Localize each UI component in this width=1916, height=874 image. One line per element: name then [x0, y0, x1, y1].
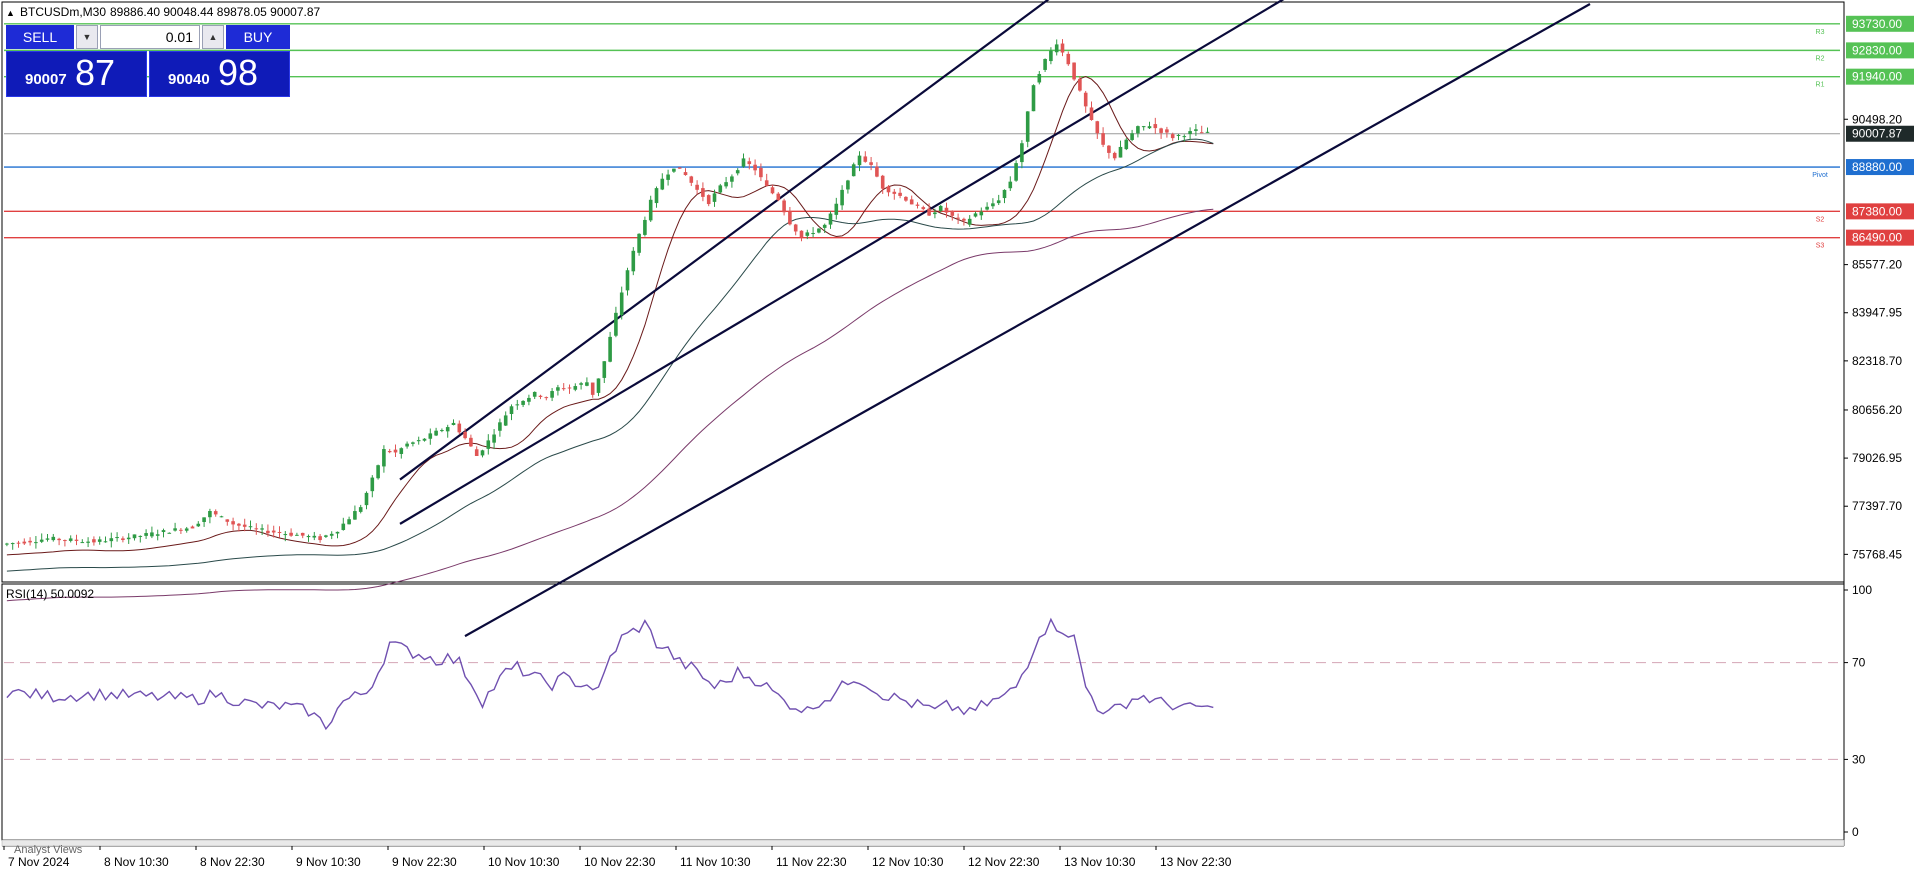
price-axis-label: 82318.70 [1852, 354, 1902, 368]
lot-decrease-button[interactable]: ▼ [76, 25, 98, 49]
chart-canvas[interactable]: Analyst Views ▲ BTCUSDm,M30 89886.40 900… [0, 0, 1916, 874]
level-tag-pivot: Pivot [1812, 172, 1828, 179]
sell-button[interactable]: SELL [6, 25, 74, 49]
chart-ohlc: 89886.40 90048.44 89878.05 90007.87 [110, 5, 321, 19]
price-axis-label: 86490.00 [1852, 231, 1902, 245]
price-axis-label: 87380.00 [1852, 204, 1902, 218]
candle [637, 233, 641, 256]
candle [631, 247, 636, 276]
time-axis-label: 8 Nov 22:30 [200, 855, 265, 869]
one-click-trading-panel: SELL ▼ 0.01 ▲ BUY 90007 87 90040 98 [6, 25, 290, 97]
level-tag-r3: R3 [1816, 29, 1825, 36]
lot-increase-button[interactable]: ▲ [202, 25, 224, 49]
candle [376, 464, 380, 480]
price-axis-label: 77397.70 [1852, 499, 1902, 513]
time-axis-label: 12 Nov 22:30 [968, 855, 1040, 869]
time-axis-label: 9 Nov 10:30 [296, 855, 361, 869]
buy-price-box[interactable]: 90040 98 [149, 51, 290, 97]
time-axis-label: 13 Nov 22:30 [1160, 855, 1232, 869]
candle [851, 162, 856, 177]
time-axis-label: 10 Nov 10:30 [488, 855, 560, 869]
price-axis-label: 75768.45 [1852, 547, 1902, 561]
rsi-axis-label: 100 [1852, 583, 1872, 597]
buy-price-minor: 98 [218, 52, 259, 93]
chart-menu-icon[interactable]: ▲ [6, 8, 15, 18]
price-axis-label: 91940.00 [1852, 70, 1902, 84]
candle [1124, 138, 1129, 151]
price-axis-label: 92830.00 [1852, 43, 1902, 57]
price-axis-label: 90007.87 [1852, 127, 1902, 141]
lot-size-input[interactable]: 0.01 [100, 25, 200, 49]
chevron-down-icon: ▼ [82, 32, 92, 42]
time-axis-label: 12 Nov 10:30 [872, 855, 944, 869]
time-axis-label: 8 Nov 10:30 [104, 855, 169, 869]
chart-symbol: BTCUSDm,M30 [20, 5, 106, 19]
price-axis-label: 90498.20 [1852, 112, 1902, 126]
candle [1014, 160, 1018, 182]
rsi-axis-label: 0 [1852, 825, 1859, 839]
price-axis-label: 88880.00 [1852, 160, 1902, 174]
sell-price-minor: 87 [75, 52, 116, 93]
price-axis-label: 85577.20 [1852, 258, 1902, 272]
level-tag-s3: S3 [1816, 243, 1825, 250]
level-tag-s2: S2 [1816, 216, 1825, 223]
time-axis-label: 9 Nov 22:30 [392, 855, 457, 869]
price-axis-label: 93730.00 [1852, 17, 1902, 31]
time-axis-label: 7 Nov 2024 [8, 855, 70, 869]
price-axis-label: 83947.95 [1852, 306, 1902, 320]
candle [677, 167, 682, 169]
time-axis-label: 11 Nov 22:30 [776, 855, 847, 869]
time-axis-label: 11 Nov 10:30 [680, 855, 751, 869]
rsi-label: RSI(14) 50.0092 [6, 587, 94, 601]
bottom-tab-bar [1, 839, 1845, 847]
sell-price-major: 90007 [25, 71, 67, 88]
level-tag-r1: R1 [1816, 82, 1825, 89]
rsi-axis-label: 30 [1852, 752, 1866, 766]
price-axis-label: 79026.95 [1852, 451, 1902, 465]
candle [1031, 84, 1036, 112]
level-tag-r2: R2 [1816, 55, 1825, 62]
buy-button[interactable]: BUY [226, 25, 290, 49]
candle [1072, 62, 1076, 81]
buy-price-major: 90040 [168, 71, 210, 88]
chevron-up-icon: ▲ [208, 32, 218, 42]
rsi-axis-label: 70 [1852, 656, 1866, 670]
time-axis-label: 10 Nov 22:30 [584, 855, 656, 869]
rsi-frame [1, 583, 1845, 841]
time-axis-label: 13 Nov 10:30 [1064, 855, 1136, 869]
sell-price-box[interactable]: 90007 87 [6, 51, 147, 97]
price-axis-label: 80656.20 [1852, 403, 1902, 417]
